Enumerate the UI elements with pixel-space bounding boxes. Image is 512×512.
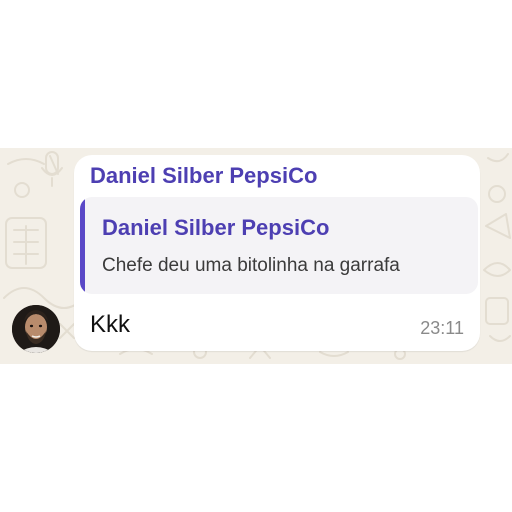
quoted-message[interactable]: Daniel Silber PepsiCo Chefe deu uma bito…: [80, 197, 478, 294]
avatar-photo-icon: [12, 305, 60, 353]
avatar[interactable]: [12, 305, 60, 353]
quoted-sender-name: Daniel Silber PepsiCo: [102, 215, 330, 240]
sender-name[interactable]: Daniel Silber PepsiCo: [90, 163, 317, 189]
chat-screen: Daniel Silber PepsiCo Daniel Silber Peps…: [0, 0, 512, 512]
quoted-message-text: Chefe deu uma bitolinha na garrafa: [102, 255, 400, 276]
message-bubble[interactable]: Daniel Silber PepsiCo Daniel Silber Peps…: [74, 155, 480, 351]
message-timestamp: 23:11: [420, 318, 464, 338]
quote-accent-bar: [80, 197, 85, 294]
message-text: Kkk: [90, 311, 131, 338]
